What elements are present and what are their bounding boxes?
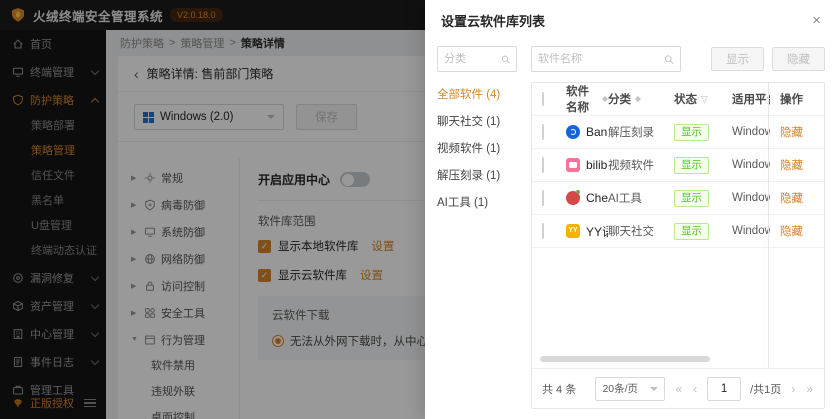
last-page-icon[interactable]: »: [805, 382, 814, 396]
total-count: 共 4 条: [542, 383, 577, 396]
header-platform: 适用平台: [732, 94, 770, 106]
category-item-archive[interactable]: 解压刻录 (1): [437, 163, 517, 190]
prev-page-icon[interactable]: ‹: [692, 382, 698, 396]
first-page-icon[interactable]: «: [674, 382, 683, 396]
row-checkbox[interactable]: [542, 223, 544, 239]
table-row: Cherry-Studio AI工具 显示 Windows 隐藏: [532, 182, 824, 215]
bandizip-app-icon: [566, 125, 580, 139]
status-badge: 显示: [674, 123, 709, 141]
table-header-row: 软件名称 分类 状态 ▽ 适用平台 操作: [532, 83, 824, 116]
table-row: Bandizip 解压刻录 显示 Windows 隐藏: [532, 116, 824, 149]
software-panel: 显示 隐藏 软件名称 分类: [531, 46, 825, 419]
category-item-all[interactable]: 全部软件 (4): [437, 82, 517, 109]
cherry-studio-app-icon: [566, 190, 580, 205]
hide-link[interactable]: 隐藏: [780, 193, 803, 205]
sort-icon[interactable]: [635, 93, 641, 105]
hide-button[interactable]: 隐藏: [772, 47, 825, 71]
funnel-icon[interactable]: ▽: [701, 94, 708, 105]
status-badge: 显示: [674, 222, 709, 240]
select-all-checkbox[interactable]: [542, 92, 544, 106]
bilibili-app-icon: [566, 158, 580, 172]
table-row: bilibili 视频软件 显示 Windows 隐藏: [532, 149, 824, 182]
chevron-down-icon: [650, 386, 659, 395]
header-status: 状态: [674, 94, 697, 106]
screen: 火绒终端安全管理系统 V2.0.18.0 首页 终端管理 防护策略 策略部署 策…: [0, 0, 837, 419]
status-badge: 显示: [674, 189, 709, 207]
search-icon: [664, 54, 674, 64]
table-footer: 共 4 条 20条/页 « ‹ /共1页 › »: [532, 368, 824, 408]
show-button[interactable]: 显示: [711, 47, 764, 71]
page-count-label: /共1页: [750, 383, 782, 396]
hide-link[interactable]: 隐藏: [780, 160, 803, 172]
search-icon: [501, 55, 510, 64]
table-row: YYYY语音 聊天社交 显示 Windows 隐藏: [532, 215, 824, 248]
category-item-video[interactable]: 视频软件 (1): [437, 136, 517, 163]
fixed-column-divider: [768, 83, 769, 368]
hide-link[interactable]: 隐藏: [780, 226, 803, 238]
status-badge: 显示: [674, 156, 709, 174]
row-checkbox[interactable]: [542, 157, 544, 173]
header-category: 分类: [608, 94, 631, 106]
software-table: 软件名称 分类 状态 ▽ 适用平台 操作: [531, 82, 825, 409]
category-item-chat[interactable]: 聊天社交 (1): [437, 109, 517, 136]
header-name: 软件名称: [566, 86, 589, 114]
drawer-title: 设置云软件库列表: [441, 13, 546, 29]
close-icon[interactable]: ×: [812, 13, 821, 28]
software-name-search[interactable]: [531, 46, 681, 72]
software-name-input[interactable]: [538, 53, 664, 65]
row-checkbox[interactable]: [542, 190, 544, 206]
category-item-ai[interactable]: AI工具 (1): [437, 190, 517, 217]
header-action: 操作: [780, 94, 803, 106]
category-search-input[interactable]: [444, 53, 501, 65]
next-page-icon[interactable]: ›: [790, 382, 796, 396]
horizontal-scrollbar[interactable]: [540, 356, 710, 362]
cloud-library-drawer: 设置云软件库列表 × 全部软件 (4) 聊天社交 (1) 视频软件 (1) 解压…: [425, 0, 837, 419]
row-checkbox[interactable]: [542, 124, 544, 140]
hide-link[interactable]: 隐藏: [780, 127, 803, 139]
yy-voice-app-icon: YY: [566, 224, 580, 238]
category-search[interactable]: [437, 46, 517, 72]
page-size-select[interactable]: 20条/页: [595, 376, 666, 401]
page-number-input[interactable]: [707, 376, 742, 401]
category-panel: 全部软件 (4) 聊天社交 (1) 视频软件 (1) 解压刻录 (1) AI工具…: [437, 46, 517, 419]
category-list: 全部软件 (4) 聊天社交 (1) 视频软件 (1) 解压刻录 (1) AI工具…: [437, 82, 517, 217]
